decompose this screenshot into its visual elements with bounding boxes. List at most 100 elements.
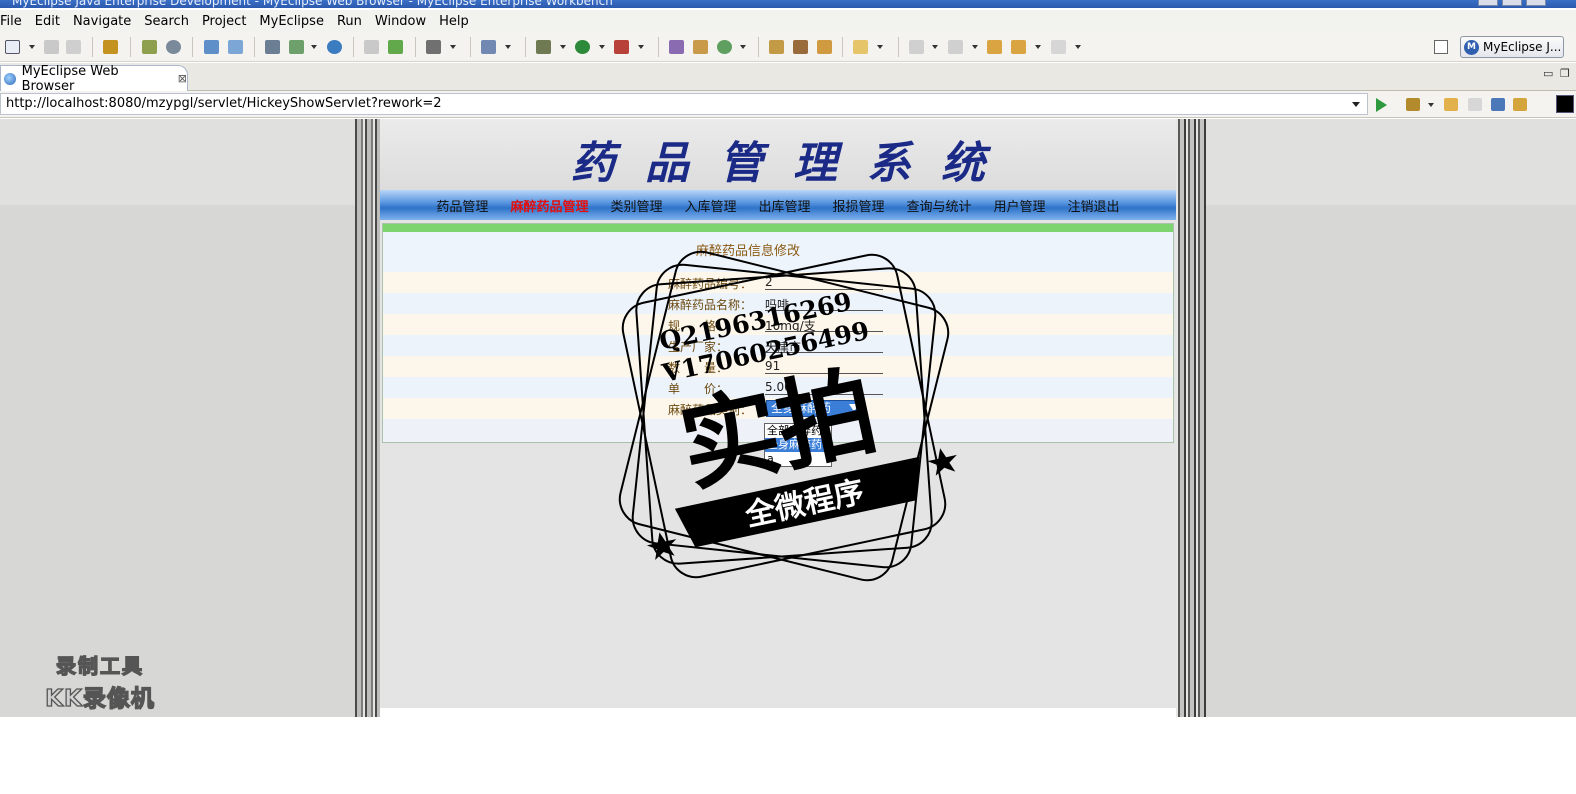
favorites-icon[interactable] [1406,98,1420,111]
external-tools-dropdown-arrow-icon[interactable] [638,45,644,49]
new-enum-icon[interactable] [717,40,732,54]
open-resource-icon[interactable] [388,40,403,54]
perspective-myeclipse-button[interactable]: M MyEclipse J... [1460,36,1564,58]
browser-extra-icon[interactable] [1556,95,1574,113]
last-edit-icon[interactable] [987,40,1002,54]
close-window-button[interactable] [1526,0,1546,6]
debug-icon[interactable] [536,40,551,54]
prev-annotation-icon[interactable] [948,40,963,54]
folder-dropdown-arrow-icon[interactable] [877,45,883,49]
save-icon[interactable] [44,40,59,54]
open-type-icon[interactable] [364,40,379,54]
quantity-input[interactable]: 91 [765,359,883,374]
run-icon[interactable] [575,40,590,54]
deploy-icon[interactable] [265,40,280,54]
search-wizard-icon[interactable] [228,40,243,54]
go-icon[interactable] [1376,98,1387,112]
price-input[interactable]: 5.00 [765,380,883,395]
nav-drug-management[interactable]: 药品管理 [436,196,488,215]
edit-form-panel: 麻醉药品信息修改 麻醉药品编号： 2 麻醉药品名称： 吗啡 规 格： 10mg/… [382,223,1174,443]
folder-icon[interactable] [853,40,868,54]
menu-help[interactable]: Help [435,14,478,29]
prev-annotation-dropdown-arrow-icon[interactable] [972,45,978,49]
drug-name-input[interactable]: 吗啡 [765,296,883,311]
open-perspective-icon[interactable] [1434,40,1448,54]
server-run-icon[interactable] [289,40,304,54]
next-annotation-dropdown-arrow-icon[interactable] [932,45,938,49]
nav-category-management[interactable]: 类别管理 [610,196,662,215]
nav-stock-out-management[interactable]: 出库管理 [758,196,810,215]
menu-file[interactable]: File [0,14,31,29]
pen-icon[interactable] [793,40,808,54]
field-label: 麻醉药品编号： [668,277,753,291]
open-task-icon[interactable] [817,40,832,54]
category-option[interactable]: a [765,452,831,466]
stop-icon[interactable] [1491,98,1505,111]
debug-dropdown-arrow-icon[interactable] [560,45,566,49]
run-dropdown-arrow-icon[interactable] [599,45,605,49]
new-interface-icon[interactable] [693,40,708,54]
maximize-view-icon[interactable]: ❐ [1560,67,1570,80]
back-arrow-icon[interactable] [1011,40,1026,54]
url-history-dropdown-icon[interactable] [1352,102,1360,107]
chevron-down-icon[interactable] [849,404,859,413]
category-option[interactable]: 全身麻醉药 [765,438,831,452]
tab-myeclipse-web-browser[interactable]: MyEclipse Web Browser ⊠ [0,64,188,94]
manufacturer-input[interactable]: 天津市 [765,338,883,353]
favorites-dropdown-arrow-icon[interactable] [1428,103,1434,107]
toolbar-separator [470,37,471,57]
drug-id-input[interactable]: 2 [765,275,883,290]
new-class-icon[interactable] [481,40,496,54]
new-element-dropdown-arrow-icon[interactable] [740,45,746,49]
package-icon[interactable] [103,40,118,54]
maximize-button[interactable] [1502,0,1522,6]
server-dropdown-arrow-icon[interactable] [311,45,317,49]
nav-logout[interactable]: 注销退出 [1068,196,1120,215]
wizard-icon[interactable] [204,40,219,54]
next-annotation-icon[interactable] [909,40,924,54]
screenshot-icon[interactable] [426,40,441,54]
menu-window[interactable]: Window [371,14,435,29]
forward-icon[interactable] [1468,98,1482,111]
external-tools-icon[interactable] [614,40,629,54]
url-input[interactable]: http://localhost:8080/mzypgl/servlet/Hic… [0,93,1368,115]
new-class-dropdown-arrow-icon[interactable] [505,45,511,49]
menu-project[interactable]: Project [198,14,255,29]
browser-address-bar: http://localhost:8080/mzypgl/servlet/Hic… [0,91,1576,118]
forward-dropdown-arrow-icon[interactable] [1075,45,1081,49]
globe-browser-icon[interactable] [327,40,342,54]
debug-bug-icon[interactable] [142,40,157,54]
server-icon[interactable] [166,40,181,54]
open-folder-icon[interactable] [769,40,784,54]
refresh-icon[interactable] [1513,98,1527,111]
menu-navigate[interactable]: Navigate [69,14,140,29]
nav-user-management[interactable]: 用户管理 [994,196,1046,215]
minimize-view-icon[interactable]: ▭ [1543,67,1553,80]
spec-input[interactable]: 10mg/支 [765,317,883,332]
menu-run[interactable]: Run [333,14,371,29]
new-package-icon[interactable] [669,40,684,54]
nav-narcotic-management[interactable]: 麻醉药品管理 [510,196,588,215]
back-dropdown-arrow-icon[interactable] [1035,45,1041,49]
toolbar-separator [842,37,843,57]
category-option[interactable]: 全部麻醉药 [765,424,831,438]
menu-search[interactable]: Search [140,14,198,29]
category-select[interactable]: 全身麻醉药 [766,400,862,417]
minimize-button[interactable] [1478,0,1498,6]
field-label: 麻醉药品类别： [668,403,753,417]
nav-query-statistics[interactable]: 查询与统计 [907,196,972,215]
screenshot-dropdown-arrow-icon[interactable] [450,45,456,49]
form-row-id: 麻醉药品编号： 2 [383,272,1173,293]
close-tab-icon[interactable]: ⊠ [178,72,187,85]
menu-myeclipse[interactable]: MyEclipse [255,14,333,29]
new-icon[interactable] [5,40,20,54]
new-dropdown-arrow-icon[interactable] [29,45,35,49]
forward-arrow-icon[interactable] [1051,40,1066,54]
print-icon[interactable] [66,40,81,54]
window-title-bar: MyEclipse Java Enterprise Development - … [0,0,1576,8]
back-icon[interactable] [1444,98,1458,111]
nav-stock-in-management[interactable]: 入库管理 [684,196,736,215]
toolbar-separator [353,37,354,57]
menu-edit[interactable]: Edit [31,14,69,29]
nav-damage-report-management[interactable]: 报损管理 [833,196,885,215]
